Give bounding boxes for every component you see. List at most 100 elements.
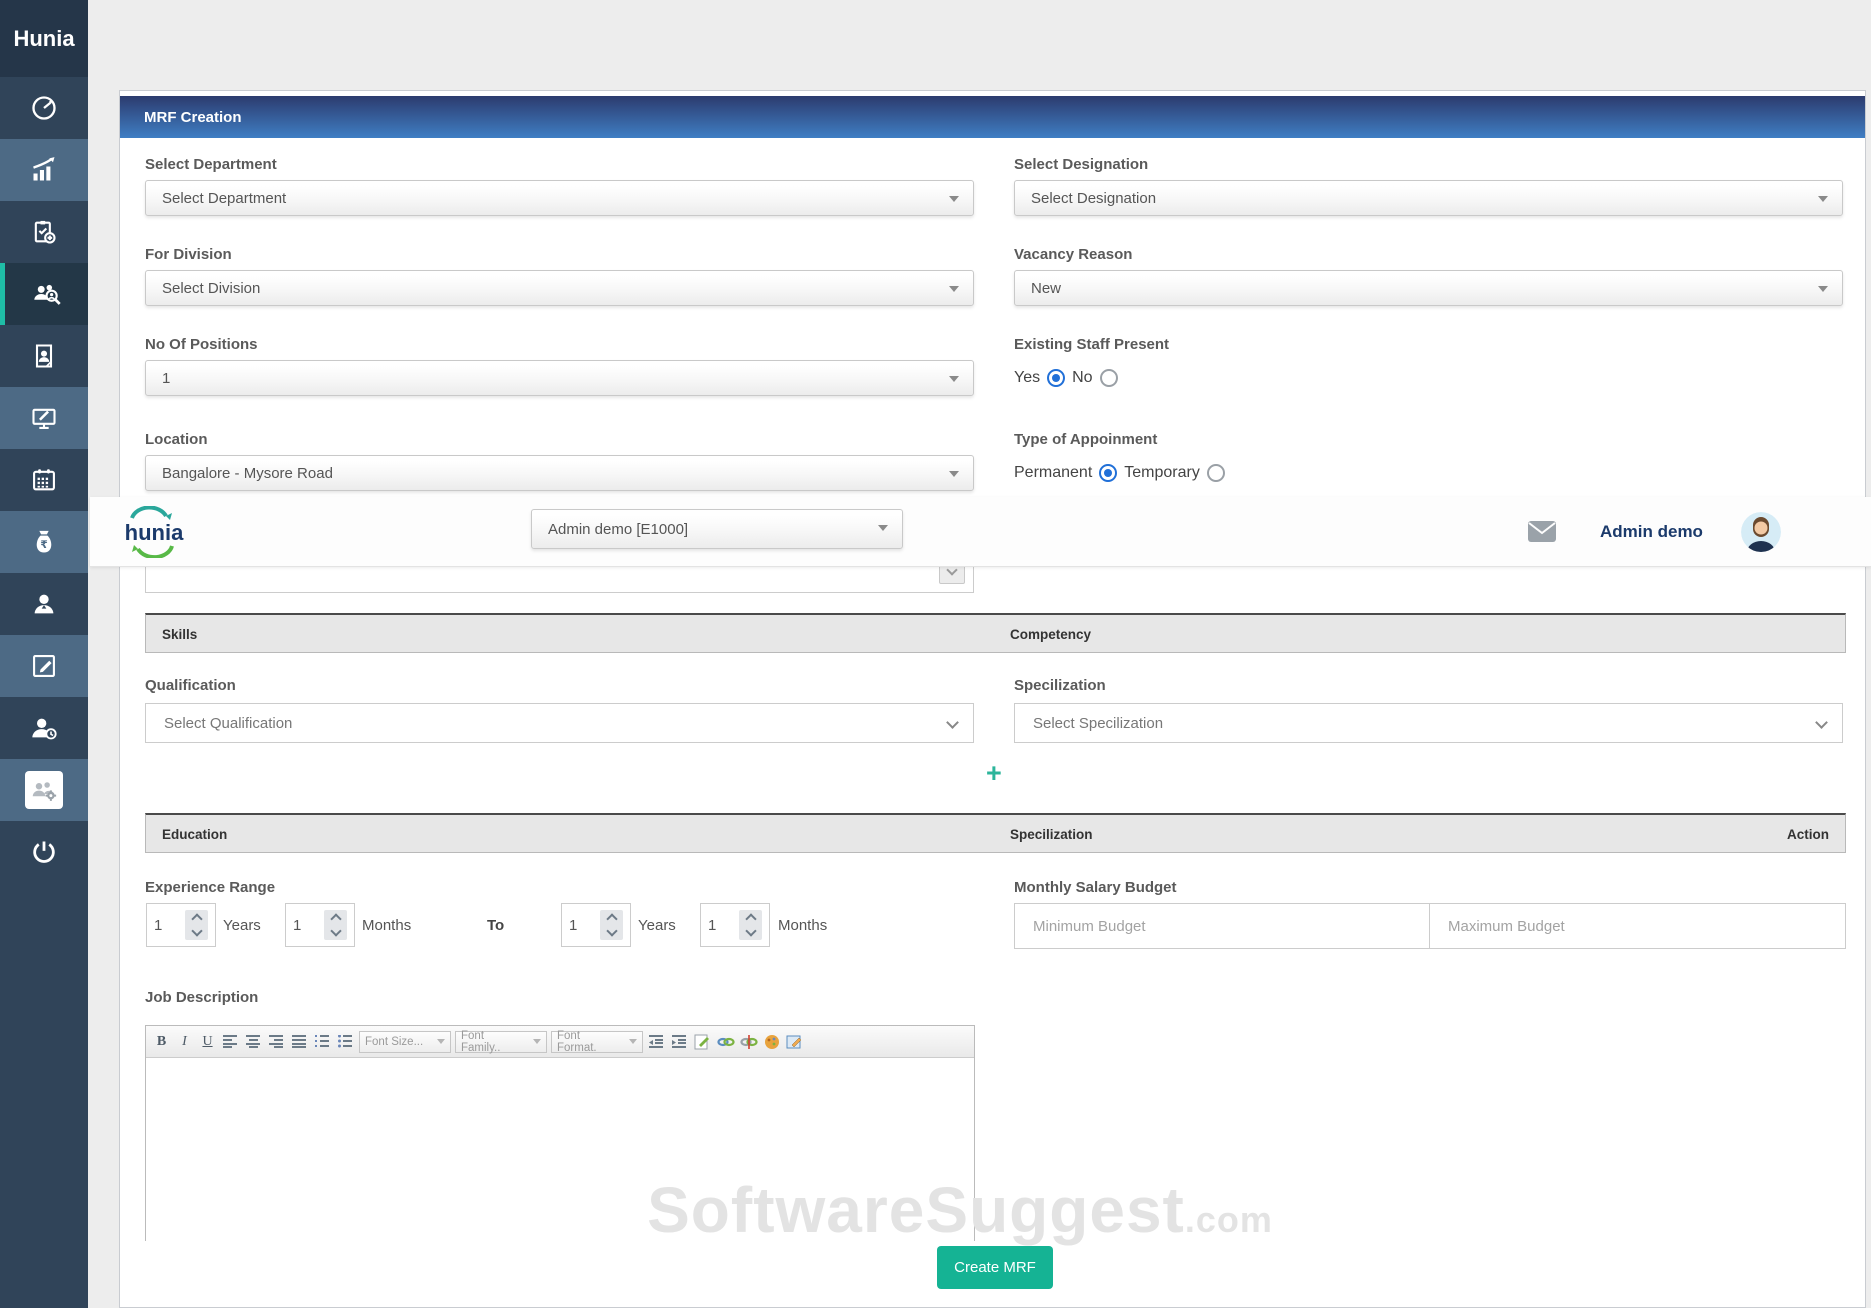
team-settings-icon [25,771,63,809]
unordered-list-button[interactable] [336,1030,355,1054]
analytics-icon [30,156,58,184]
salary-budget-label: Monthly Salary Budget [1014,879,1177,896]
sidebar-item-edit-form[interactable] [0,635,88,697]
stepper-value: 1 [293,916,302,934]
competency-column-header: Competency [1010,627,1092,642]
sidebar-item-employee[interactable] [0,573,88,635]
chevron-down-icon [329,925,342,937]
edit-square-icon [30,652,58,680]
dropdown-caret-icon [533,1039,541,1044]
sidebar-item-tasks[interactable] [0,201,88,263]
vacancy-reason-select-value: New [1031,279,1062,297]
align-justify-button[interactable] [290,1030,309,1054]
stepper-arrows[interactable] [185,910,208,940]
months-unit-label: Months [362,917,412,934]
user-name[interactable]: Admin demo [1600,522,1703,542]
department-select[interactable]: Select Department [145,180,974,216]
sidebar-item-dashboard[interactable] [0,77,88,139]
experience-to-separator: To [487,917,505,934]
specilization-select[interactable]: Select Specilization [1014,703,1843,743]
maximum-budget-input[interactable] [1429,903,1846,949]
sidebar-item-recruitment[interactable] [0,263,88,325]
job-description-editor: B I U Font Size... Font Family.. Font Fo… [145,1025,975,1241]
dropdown-caret-icon [437,1039,445,1044]
sidebar-item-logout[interactable] [0,821,88,883]
ordered-list-button[interactable] [313,1030,332,1054]
chevron-down-icon [190,925,203,937]
sidebar-item-notices[interactable] [0,325,88,387]
division-label: For Division [145,246,232,263]
font-format-value: Font Format. [557,1029,597,1054]
vacancy-reason-label: Vacancy Reason [1014,246,1133,263]
add-row-button[interactable]: + [986,758,1002,789]
division-select-value: Select Division [162,279,261,297]
font-family-select[interactable]: Font Family.. [455,1030,547,1054]
avatar[interactable] [1741,512,1781,552]
dropdown-caret-icon [1818,286,1828,292]
experience-to-months-stepper[interactable]: 1 [700,903,770,947]
designation-select-value: Select Designation [1031,189,1157,207]
location-select[interactable]: Bangalore - Mysore Road [145,455,974,491]
positions-select[interactable]: 1 [145,360,974,396]
align-right-button[interactable] [267,1030,286,1054]
positions-select-value: 1 [162,369,171,387]
bold-button[interactable]: B [152,1030,171,1054]
panel-title: MRF Creation [120,96,1865,138]
designation-select[interactable]: Select Designation [1014,180,1843,216]
education-column-header: Education [162,827,228,842]
action-column-header: Action [1787,827,1829,842]
division-select[interactable]: Select Division [145,270,974,306]
qualification-select[interactable]: Select Qualification [145,703,974,743]
underline-button[interactable]: U [198,1030,217,1054]
sidebar-item-payroll[interactable]: ₹ [0,511,88,573]
existing-staff-label: Existing Staff Present [1014,336,1170,353]
payroll-money-bag-icon: ₹ [30,528,58,556]
years-unit-label: Years [638,917,676,934]
sidebar-item-team-settings[interactable] [0,759,88,821]
appointment-label: Type of Appoinment [1014,431,1158,448]
location-select-value: Bangalore - Mysore Road [162,464,333,482]
color-palette-button[interactable] [762,1030,781,1054]
experience-from-months-stepper[interactable]: 1 [285,903,355,947]
insert-link-button[interactable] [716,1030,735,1054]
outdent-button[interactable] [647,1030,666,1054]
stepper-arrows[interactable] [600,910,623,940]
indent-button[interactable] [670,1030,689,1054]
clipboard-add-icon [30,218,58,246]
sidebar-item-calendar[interactable] [0,449,88,511]
chevron-up-icon [329,913,342,925]
edit-image-button[interactable] [785,1030,804,1054]
create-mrf-button[interactable]: Create MRF [937,1246,1053,1289]
dropdown-caret-icon [949,196,959,202]
existing-staff-no-radio[interactable] [1099,369,1118,387]
sidebar-item-user-time[interactable] [0,697,88,759]
vacancy-reason-select[interactable]: New [1014,270,1843,306]
dropdown-caret-icon [1818,196,1828,202]
appointment-permanent-radio[interactable] [1099,464,1118,482]
italic-button[interactable]: I [175,1030,194,1054]
svg-text:₹: ₹ [40,539,47,551]
job-description-textarea[interactable] [146,1058,974,1241]
stepper-arrows[interactable] [324,910,347,940]
edit-html-button[interactable] [693,1030,712,1054]
sidebar-item-monitor-edit[interactable] [0,387,88,449]
align-center-button[interactable] [244,1030,263,1054]
remove-link-button[interactable] [739,1030,758,1054]
skills-column-header: Skills [162,627,198,642]
location-label: Location [145,431,208,448]
existing-staff-yes-radio[interactable] [1047,369,1066,387]
chevron-up-icon [190,913,203,925]
minimum-budget-input[interactable] [1014,903,1430,949]
user-context-select[interactable]: Admin demo [E1000] [531,509,903,549]
experience-from-years-stepper[interactable]: 1 [146,903,216,947]
font-format-select[interactable]: Font Format. [551,1029,643,1054]
chevron-down-icon [946,716,959,729]
font-size-select[interactable]: Font Size... [359,1030,451,1053]
align-left-button[interactable] [221,1030,240,1054]
stepper-arrows[interactable] [739,910,762,940]
appointment-temporary-radio[interactable] [1206,464,1225,482]
dropdown-caret-icon [629,1039,637,1044]
mail-icon[interactable] [1527,520,1557,548]
sidebar-item-analytics[interactable] [0,139,88,201]
experience-to-years-stepper[interactable]: 1 [561,903,631,947]
